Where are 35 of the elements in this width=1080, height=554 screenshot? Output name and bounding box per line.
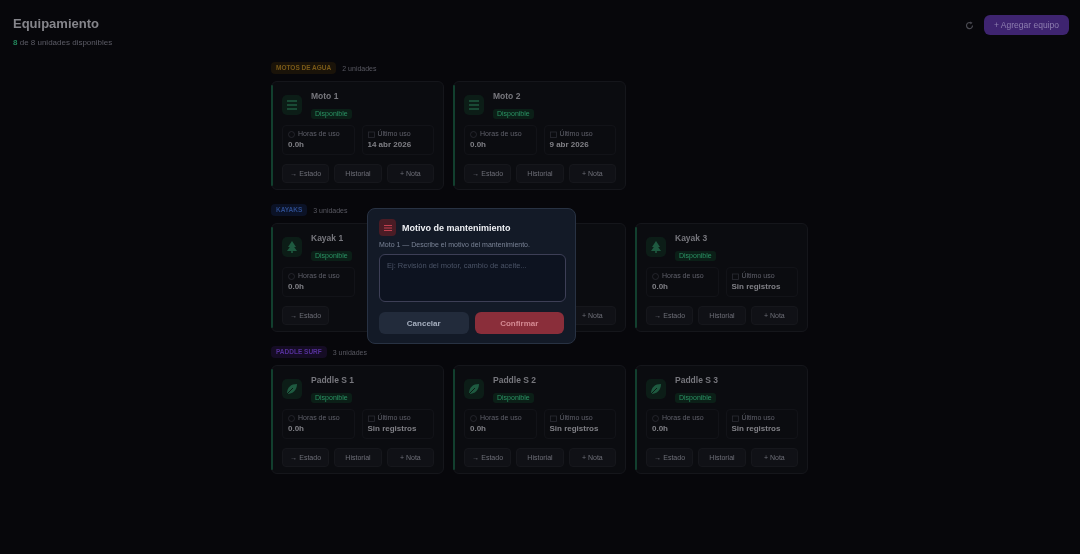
- calendar-icon: [367, 130, 375, 138]
- stat-value: 0.0h: [288, 424, 305, 434]
- page-title: Equipamiento: [13, 15, 100, 33]
- calendar-icon: [731, 272, 739, 280]
- equipment-name: Moto 2: [493, 91, 522, 102]
- calendar-icon: [731, 414, 739, 422]
- calendar-icon: [367, 414, 375, 422]
- refresh-icon: [965, 20, 974, 30]
- stat-value: Sin registros: [731, 424, 782, 434]
- stat-value: 0.0h: [652, 424, 669, 434]
- stat-value: 9 abr 2026: [549, 140, 590, 150]
- add-equipment-button[interactable]: + Agregar equipo: [984, 15, 1069, 35]
- equipment-name: Kayak 1: [311, 233, 345, 244]
- stat-value: 0.0h: [470, 140, 487, 150]
- stat-value: 0.0h: [652, 282, 669, 292]
- available-count: 8: [13, 38, 18, 47]
- equipment-name: Paddle S 2: [493, 375, 536, 386]
- calendar-icon: [549, 130, 557, 138]
- equipment-name: Kayak 3: [675, 233, 709, 244]
- stat-value: 0.0h: [470, 424, 487, 434]
- cancel-button[interactable]: Cancelar: [379, 312, 469, 334]
- dialog-title: Motivo de mantenimiento: [402, 222, 511, 233]
- stat-value: 0.0h: [288, 282, 305, 292]
- stat-value: 0.0h: [288, 140, 305, 150]
- equipment-name: Paddle S 1: [311, 375, 354, 386]
- equipment-name: Paddle S 3: [675, 375, 718, 386]
- equipment-name: Moto 1: [311, 91, 340, 102]
- stat-value: Sin registros: [367, 424, 418, 434]
- stat-value: Sin registros: [549, 424, 600, 434]
- calendar-icon: [549, 414, 557, 422]
- stat-value: 14 abr 2026: [367, 140, 413, 150]
- available-text: de 8 unidades disponibles: [18, 38, 113, 47]
- lines-icon: [383, 223, 392, 232]
- confirm-button[interactable]: Confirmar: [474, 312, 564, 334]
- stat-value: Sin registros: [731, 282, 782, 292]
